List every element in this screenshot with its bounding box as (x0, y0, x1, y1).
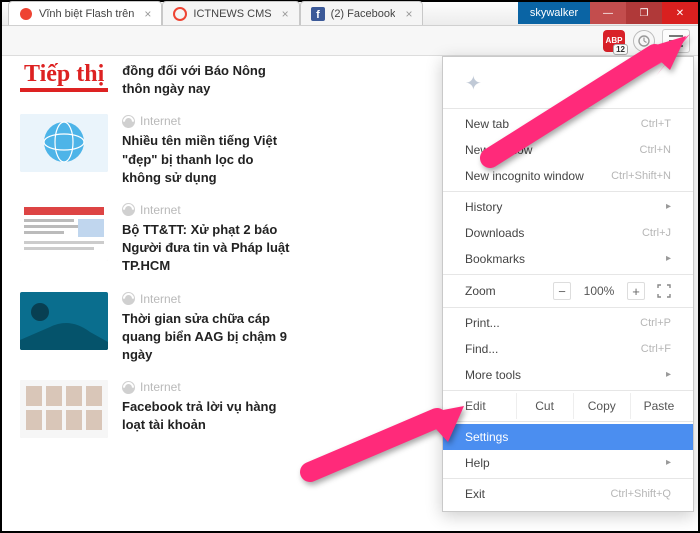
article-item[interactable]: Tiếp thị đồng đối với Báo Nông thôn ngày… (20, 62, 292, 98)
article-category: Internet (122, 292, 292, 306)
maximize-button[interactable]: ❐ (626, 2, 662, 24)
menu-help[interactable]: Help▸ (443, 450, 693, 476)
star-icon[interactable]: ✦ (465, 73, 482, 95)
profile-button[interactable]: skywalker (518, 2, 590, 24)
zoom-value: 100% (579, 284, 619, 298)
article-thumb (20, 292, 108, 350)
separator (443, 307, 693, 308)
recent-area: ✦ (443, 57, 693, 106)
menu-new-incognito[interactable]: New incognito windowCtrl+Shift+N (443, 163, 693, 189)
browser-tab-0[interactable]: Vĩnh biệt Flash trên × (8, 1, 162, 25)
tab-close-icon[interactable]: × (405, 7, 412, 21)
zoom-out-button[interactable]: − (553, 282, 571, 300)
title-bar: Vĩnh biệt Flash trên × ICTNEWS CMS × f (… (2, 2, 698, 26)
window-controls: skywalker — ❐ ✕ (518, 2, 698, 25)
favicon-red-icon (19, 7, 33, 21)
tab-label: Vĩnh biệt Flash trên (39, 8, 134, 20)
article-category: Internet (122, 114, 292, 128)
fullscreen-icon[interactable] (653, 284, 675, 298)
tab-close-icon[interactable]: × (144, 7, 151, 21)
site-logo: Tiếp thị (20, 62, 108, 92)
window-close-button[interactable]: ✕ (662, 2, 698, 24)
menu-history[interactable]: History▸ (443, 194, 693, 220)
menu-new-tab[interactable]: New tabCtrl+T (443, 111, 693, 137)
menu-exit[interactable]: ExitCtrl+Shift+Q (443, 481, 693, 507)
article-item[interactable]: Internet Facebook trả lời vụ hàng loạt t… (20, 380, 292, 438)
favicon-red-icon (173, 7, 187, 21)
adblock-icon[interactable]: ABP12 (602, 29, 626, 53)
menu-bookmarks[interactable]: Bookmarks▸ (443, 246, 693, 272)
menu-paste[interactable]: Paste (630, 393, 687, 419)
menu-zoom-row: Zoom − 100% + (443, 277, 693, 305)
hamburger-menu-icon[interactable] (662, 29, 690, 53)
svg-text:f: f (316, 9, 320, 21)
article-title: Thời gian sửa chữa cáp quang biển AAG bị… (122, 310, 292, 365)
menu-new-window[interactable]: New windowCtrl+N (443, 137, 693, 163)
article-category: Internet (122, 380, 292, 394)
zoom-in-button[interactable]: + (627, 282, 645, 300)
chevron-right-icon: ▸ (666, 455, 671, 471)
separator (443, 191, 693, 192)
article-item[interactable]: Internet Bộ TT&TT: Xử phạt 2 báo Người đ… (20, 203, 292, 276)
favicon-facebook-icon: f (311, 7, 325, 21)
abp-badge: 12 (613, 44, 628, 55)
article-item[interactable]: Internet Nhiều tên miền tiếng Việt "đẹp"… (20, 114, 292, 187)
edit-label: Edit (449, 393, 516, 419)
menu-settings[interactable]: Settings (443, 424, 693, 450)
chevron-right-icon: ▸ (666, 251, 671, 267)
article-title: Facebook trả lời vụ hàng loạt tài khoản (122, 398, 292, 434)
menu-cut[interactable]: Cut (516, 393, 573, 419)
menu-print[interactable]: Print...Ctrl+P (443, 310, 693, 336)
zoom-label: Zoom (465, 284, 545, 298)
chrome-menu: ✦ New tabCtrl+T New windowCtrl+N New inc… (442, 56, 694, 512)
article-thumb (20, 114, 108, 172)
article-thumb (20, 380, 108, 438)
tab-label: (2) Facebook (331, 8, 396, 20)
globe-icon (122, 203, 135, 216)
globe-icon (122, 292, 135, 305)
article-title: đồng đối với Báo Nông thôn ngày nay (122, 62, 292, 98)
stopwatch-icon[interactable] (632, 29, 656, 53)
browser-tab-2[interactable]: f (2) Facebook × (300, 1, 424, 25)
menu-edit-row: Edit Cut Copy Paste (443, 393, 693, 419)
separator (443, 108, 693, 109)
chevron-right-icon: ▸ (666, 199, 671, 215)
menu-find[interactable]: Find...Ctrl+F (443, 336, 693, 362)
browser-toolbar: ABP12 (2, 26, 698, 56)
menu-more-tools[interactable]: More tools▸ (443, 362, 693, 388)
tab-strip: Vĩnh biệt Flash trên × ICTNEWS CMS × f (… (2, 2, 518, 25)
tab-label: ICTNEWS CMS (193, 8, 271, 20)
menu-copy[interactable]: Copy (573, 393, 630, 419)
separator (443, 478, 693, 479)
separator (443, 390, 693, 391)
minimize-button[interactable]: — (590, 2, 626, 24)
globe-icon (122, 381, 135, 394)
article-item[interactable]: Internet Thời gian sửa chữa cáp quang bi… (20, 292, 292, 365)
article-thumb (20, 203, 108, 261)
chevron-right-icon: ▸ (666, 367, 671, 383)
globe-icon (122, 115, 135, 128)
article-title: Bộ TT&TT: Xử phạt 2 báo Người đưa tin và… (122, 221, 292, 276)
browser-tab-1[interactable]: ICTNEWS CMS × (162, 1, 299, 25)
article-title: Nhiều tên miền tiếng Việt "đẹp" bị thanh… (122, 132, 292, 187)
separator (443, 274, 693, 275)
tab-close-icon[interactable]: × (282, 7, 289, 21)
separator (443, 421, 693, 422)
article-category: Internet (122, 203, 292, 217)
menu-downloads[interactable]: DownloadsCtrl+J (443, 220, 693, 246)
